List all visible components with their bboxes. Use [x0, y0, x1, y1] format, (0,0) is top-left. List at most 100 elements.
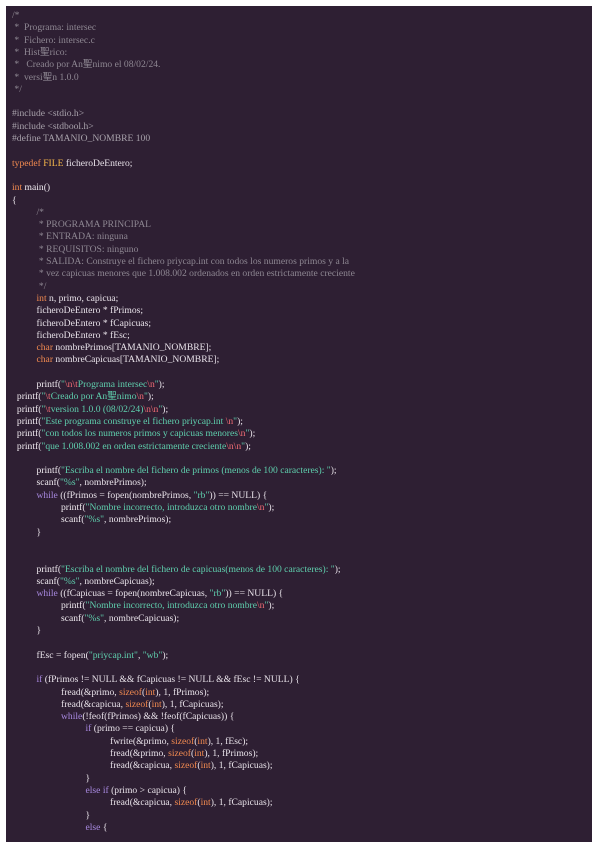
code-token: int [145, 686, 156, 698]
code-line: } [37, 625, 42, 637]
code-token: * SALIDA: Construye el fichero priycap.i… [36, 256, 350, 267]
code-token: * Creado por An [12, 59, 83, 71]
code-line: ficheroDeEntero * fCapicuas; [37, 318, 152, 330]
code-token: capicua, [91, 698, 126, 710]
code-line: * Programa: intersec [12, 22, 96, 34]
code-line: * REQUISITOS: ninguno [37, 244, 139, 256]
code-token: } [36, 625, 42, 636]
code-token: ), 1, fEsc); [207, 735, 249, 747]
code-token: capicua) { [133, 723, 176, 735]
code-token: \n\n [226, 440, 242, 452]
code-token: #define TAMANIO_NOMBRE 100 [12, 133, 151, 144]
code-line: printf("Escriba el nombre del fichero de… [37, 465, 337, 477]
code-token: NULL) { [261, 674, 300, 686]
code-line: */ [12, 84, 21, 96]
code-token: "%s" [84, 612, 105, 624]
code-token: * Hist [12, 46, 40, 58]
code-line: scanf("%s", nombrePrimos); [61, 514, 171, 526]
code-line: * ENTRADA: ninguna [37, 231, 128, 243]
code-line: fread(&capicua, sizeof(int), 1, fCapicua… [110, 760, 273, 772]
code-token: "%s" [59, 477, 80, 489]
code-token: "%s" [59, 575, 80, 587]
code-token: nombreCapicuas[TAMANIO_NOMBRE]; [53, 354, 220, 366]
code-token: Programa intersec [77, 379, 148, 390]
code-token: ), 1, fPrimos); [155, 686, 210, 698]
code-token: printf [16, 428, 39, 440]
code-line: while(!feof(fPrimos) && !feof(fCapicuas)… [61, 711, 234, 723]
code-line: fread(&capicua, sizeof(int), 1, fCapicua… [61, 699, 224, 711]
code-token: int [200, 797, 211, 809]
code-token: == [218, 489, 230, 501]
code-token: scanf [61, 612, 82, 624]
code-token: ((fPrimos [57, 489, 100, 501]
code-token: main [24, 182, 44, 194]
code-line: scanf("%s", nombreCapicuas); [37, 576, 155, 588]
code-line: ficheroDeEntero * fEsc; [37, 330, 130, 342]
code-token: * Fichero: intersec.c [12, 34, 95, 46]
code-token: fopen(nombreCapicuas, [112, 588, 210, 600]
code-token: fread( [110, 760, 133, 772]
code-token: "Escriba el nombre del fichero de primos… [61, 465, 331, 477]
code-token: 聖 [40, 46, 50, 58]
code-token: ), 1, fCapicuas); [210, 797, 273, 809]
code-token: int [36, 292, 47, 304]
code-token: && [143, 711, 159, 723]
code-token: } [36, 526, 42, 538]
code-line: printf("con todos los numeros primos y c… [17, 428, 255, 440]
code-token: sizeof [174, 797, 198, 809]
code-token: primo, [91, 686, 120, 698]
code-token: , nombrePrimos); [79, 477, 147, 489]
code-token: printf [36, 563, 58, 575]
code-token: NULL) { [229, 489, 268, 501]
code-line: else if (primo > capicua) { [86, 785, 187, 797]
code-token: && [119, 674, 135, 686]
code-token: fEsc [231, 674, 253, 686]
code-token: "rb" [209, 588, 226, 600]
code-token: FILE [43, 157, 64, 169]
code-token: char [36, 342, 54, 354]
code-token: ); [249, 428, 256, 440]
code-token: else [85, 784, 101, 796]
code-token: NULL [89, 674, 120, 686]
code-line: /* [12, 10, 19, 22]
code-token: "Nombre incorrecto, introduzca otro nomb… [85, 502, 258, 513]
code-token: scanf [36, 575, 57, 587]
code-line: while ((fPrimos = fopen(nombrePrimos, "r… [37, 490, 268, 502]
code-token: capicua, [140, 797, 175, 809]
code-token: & [136, 735, 144, 747]
code-token: printf [16, 440, 39, 452]
code-token: fopen(nombrePrimos, [104, 489, 194, 501]
code-line: scanf("%s", nombrePrimos); [37, 477, 147, 489]
code-token: rico: [49, 46, 68, 58]
code-token: "priycap.int" [88, 649, 138, 661]
code-token: "%s" [84, 514, 105, 526]
code-token: (primo [108, 784, 140, 796]
code-line: if (fPrimos != NULL && fCapicuas != NULL… [37, 674, 300, 686]
code-token: printf [61, 600, 83, 612]
code-token: fEsc [36, 649, 56, 661]
code-token: * versi [12, 71, 43, 83]
code-token: nimo [116, 391, 137, 403]
code-line: while ((fCapicuas = fopen(nombreCapicuas… [37, 588, 284, 600]
code-token: && [216, 674, 232, 686]
code-token: "con todos los numeros primos y capicuas… [41, 428, 238, 440]
code-line: printf("\tversion 1.0.0 (08/02/24)\n\n")… [17, 404, 168, 416]
code-token: int [12, 182, 23, 194]
code-token: ); [268, 600, 275, 612]
code-line: * PROGRAMA PRINCIPAL [37, 219, 151, 231]
code-token: 聖 [42, 71, 53, 83]
code-token: 聖 [107, 391, 117, 403]
code-token: sizeof [119, 686, 143, 698]
code-token: typedef [12, 157, 41, 169]
code-token: fCapicuas; [107, 317, 152, 329]
code-token: "Escriba el nombre del fichero de capicu… [61, 563, 335, 575]
code-token: while [36, 489, 58, 501]
code-token: scanf [36, 477, 57, 489]
code-token: ); [162, 649, 169, 661]
code-token: ficheroDeEntero [36, 329, 103, 341]
code-token: )) [209, 489, 219, 501]
code-token: ); [158, 379, 165, 390]
code-line: */ [37, 281, 46, 293]
code-token: fopen( [61, 649, 89, 661]
code-token: feof(fPrimos) [88, 711, 144, 723]
